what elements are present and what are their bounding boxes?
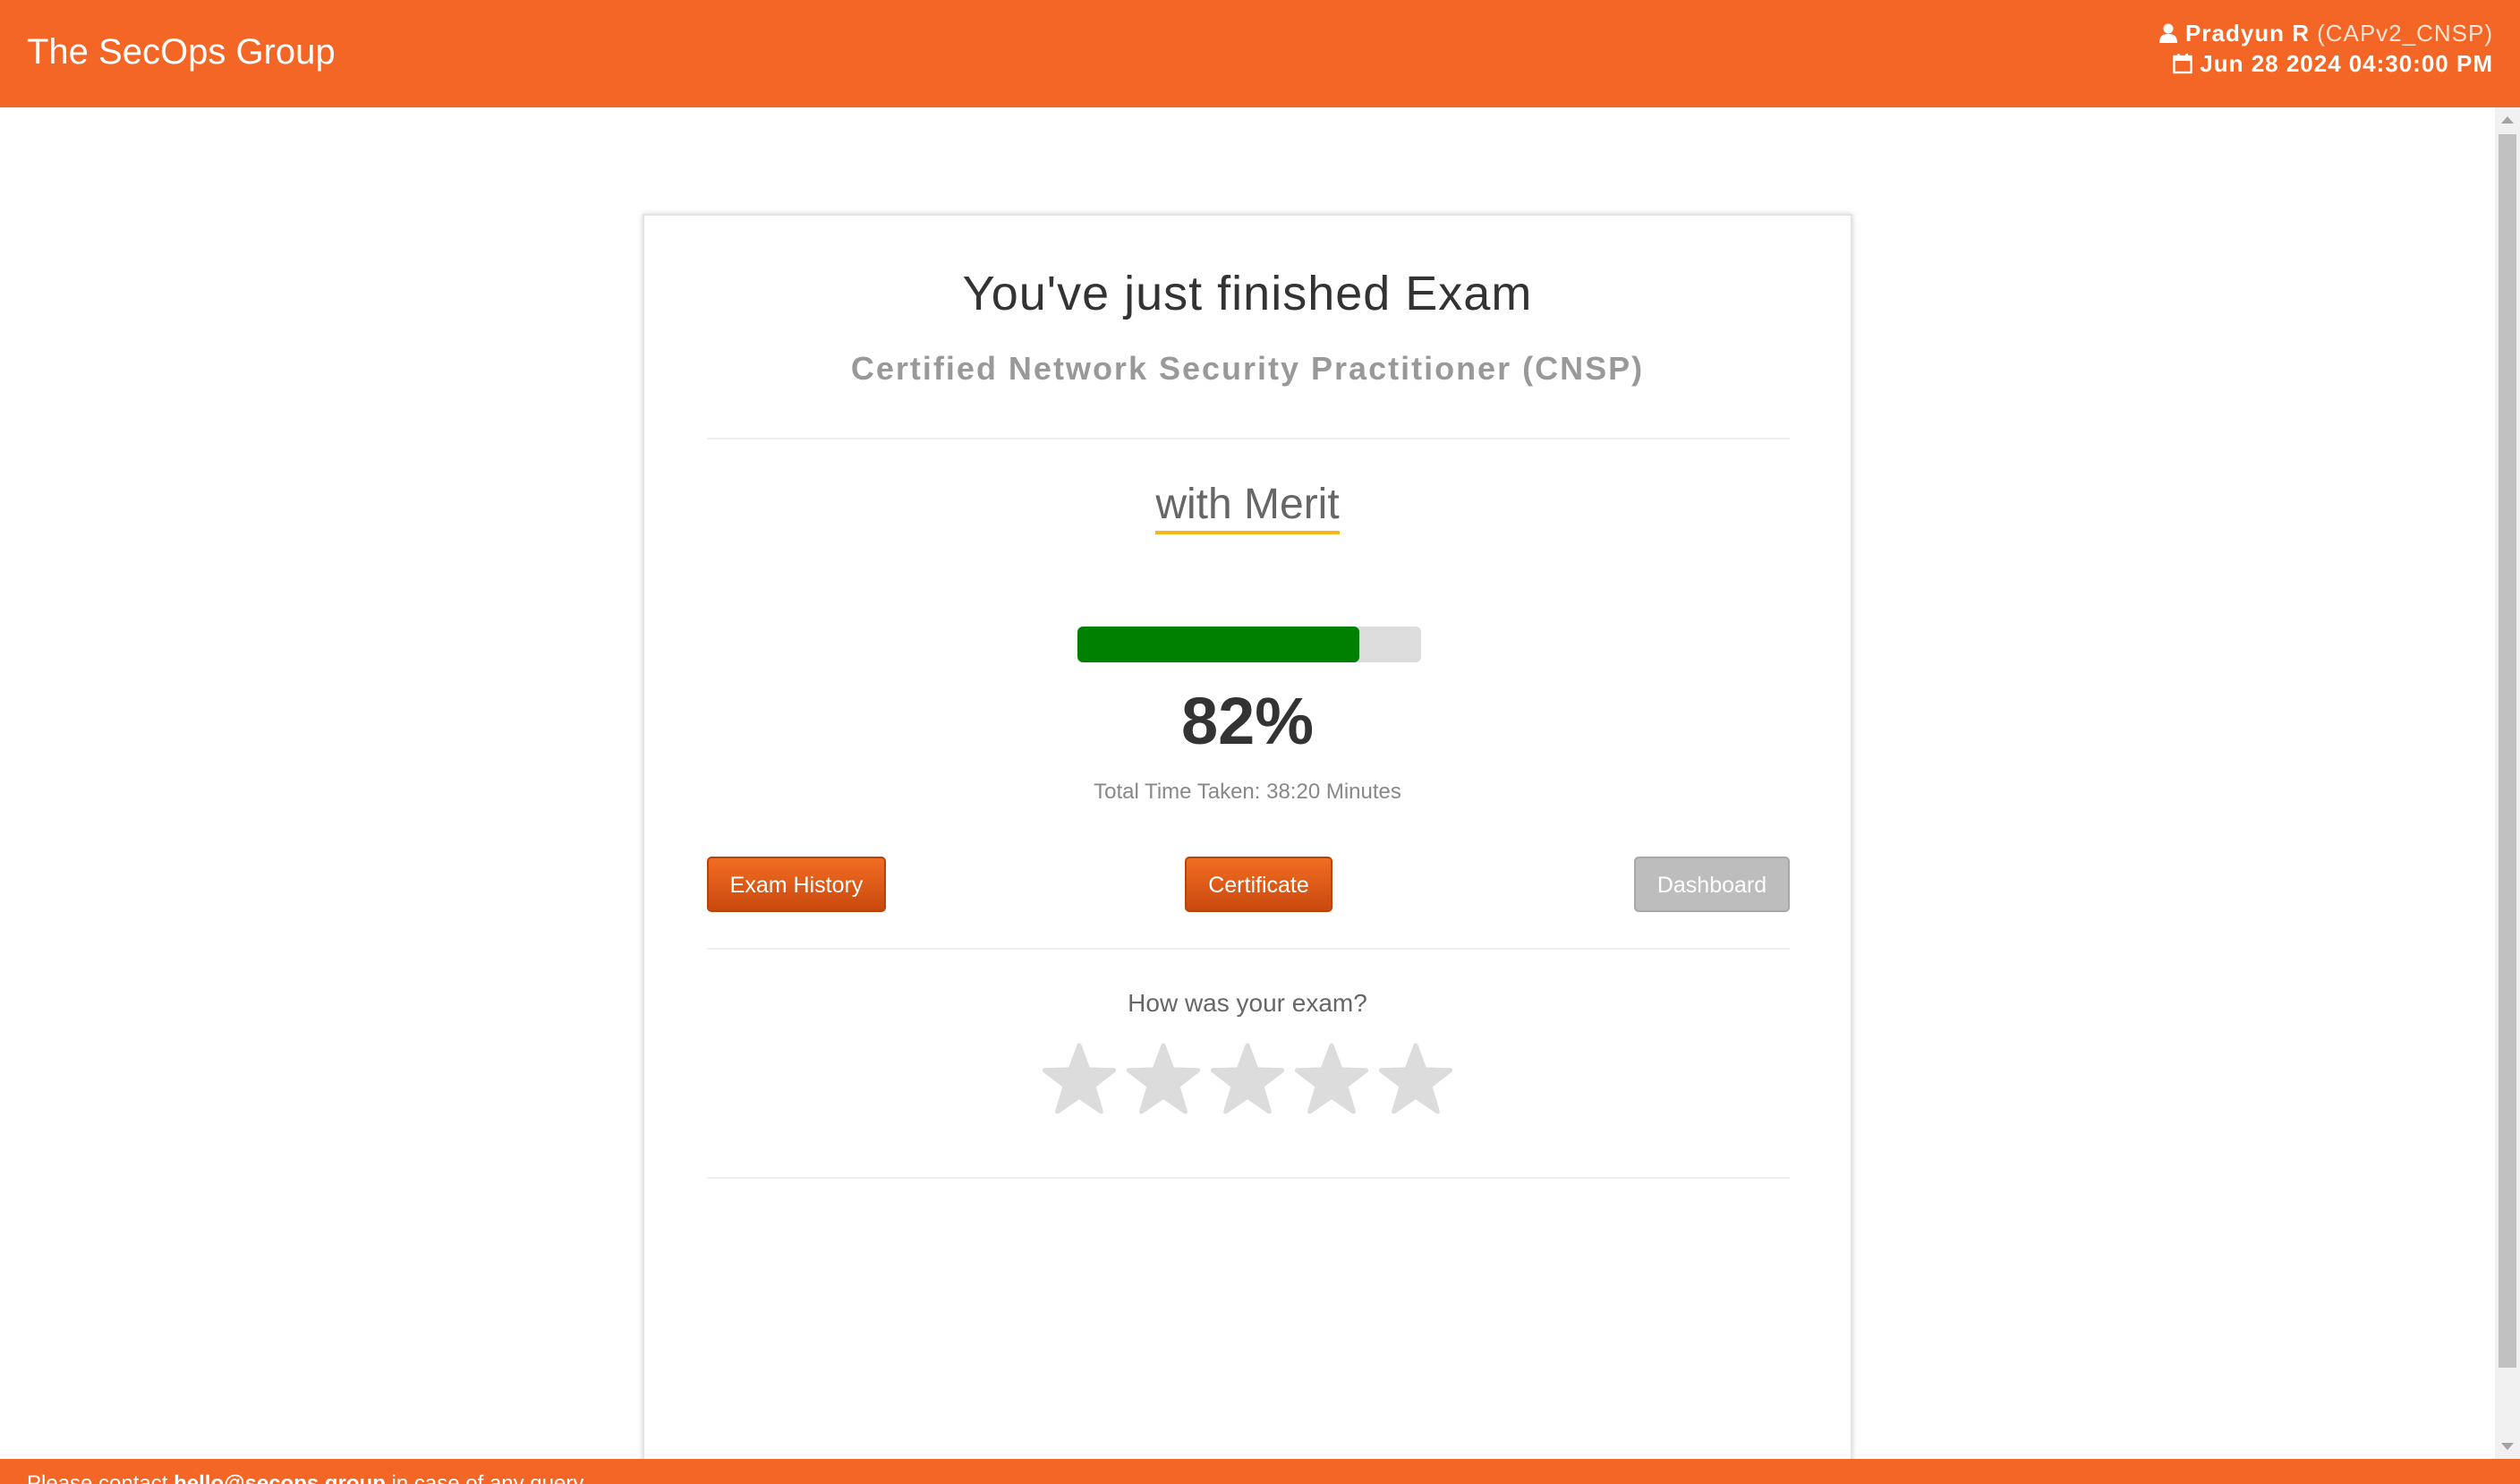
user-icon: [2159, 23, 2178, 43]
scroll-thumb[interactable]: [2499, 134, 2516, 1368]
scroll-up-arrow[interactable]: [2501, 116, 2514, 124]
user-line: Pradyun R (CAPv2_CNSP): [2158, 18, 2493, 48]
brand-title[interactable]: The SecOps Group: [27, 30, 336, 73]
user-info: Pradyun R (CAPv2_CNSP) Jun 28 2024 04:30…: [2158, 18, 2493, 79]
divider: [707, 438, 1790, 439]
divider: [707, 948, 1790, 950]
footer-bar: Please contact hello@secops.group in cas…: [0, 1459, 2520, 1484]
certificate-button[interactable]: Certificate: [1185, 857, 1332, 912]
result-title: You've just finished Exam: [962, 267, 1533, 320]
calendar-icon: [2173, 54, 2192, 74]
user-role: (CAPv2_CNSP): [2317, 20, 2493, 47]
score-progress-fill: [1077, 627, 1359, 662]
time-taken: Total Time Taken: 38:20 Minutes: [1094, 780, 1401, 804]
score-percent: 82%: [1180, 684, 1315, 758]
user-name: Pradyun R: [2185, 20, 2311, 47]
scroll-down-arrow[interactable]: [2501, 1443, 2514, 1450]
exam-time: 04:30:00 PM: [2348, 50, 2493, 77]
dashboard-button[interactable]: Dashboard: [1634, 857, 1790, 912]
vertical-scrollbar[interactable]: [2495, 107, 2520, 1459]
exam-history-button[interactable]: Exam History: [707, 857, 886, 912]
score-progress-bar: [1077, 627, 1421, 662]
star-icon[interactable]: [1042, 1041, 1117, 1116]
grade-label: with Merit: [1155, 479, 1340, 534]
star-icon[interactable]: [1210, 1041, 1285, 1116]
result-card: You've just finished Exam Certified Netw…: [643, 214, 1852, 1467]
footer-prefix: Please contact: [27, 1471, 168, 1484]
star-icon[interactable]: [1294, 1041, 1369, 1116]
top-bar: The SecOps Group Pradyun R (CAPv2_CNSP) …: [0, 0, 2520, 107]
star-icon[interactable]: [1126, 1041, 1201, 1116]
star-icon[interactable]: [1378, 1041, 1453, 1116]
footer-suffix: in case of any query: [391, 1471, 584, 1484]
exam-name: Certified Network Security Practitioner …: [850, 350, 1645, 387]
divider: [707, 1177, 1790, 1179]
star-rating: [644, 1041, 1851, 1116]
support-email-link[interactable]: hello@secops.group: [174, 1471, 386, 1484]
date-line: Jun 28 2024 04:30:00 PM: [2158, 48, 2493, 79]
grade-label-wrap: with Merit: [644, 479, 1851, 534]
exam-date: Jun 28 2024: [2200, 50, 2342, 77]
footer-text: Please contact hello@secops.group in cas…: [27, 1471, 583, 1484]
rating-question: How was your exam?: [1128, 989, 1367, 1017]
